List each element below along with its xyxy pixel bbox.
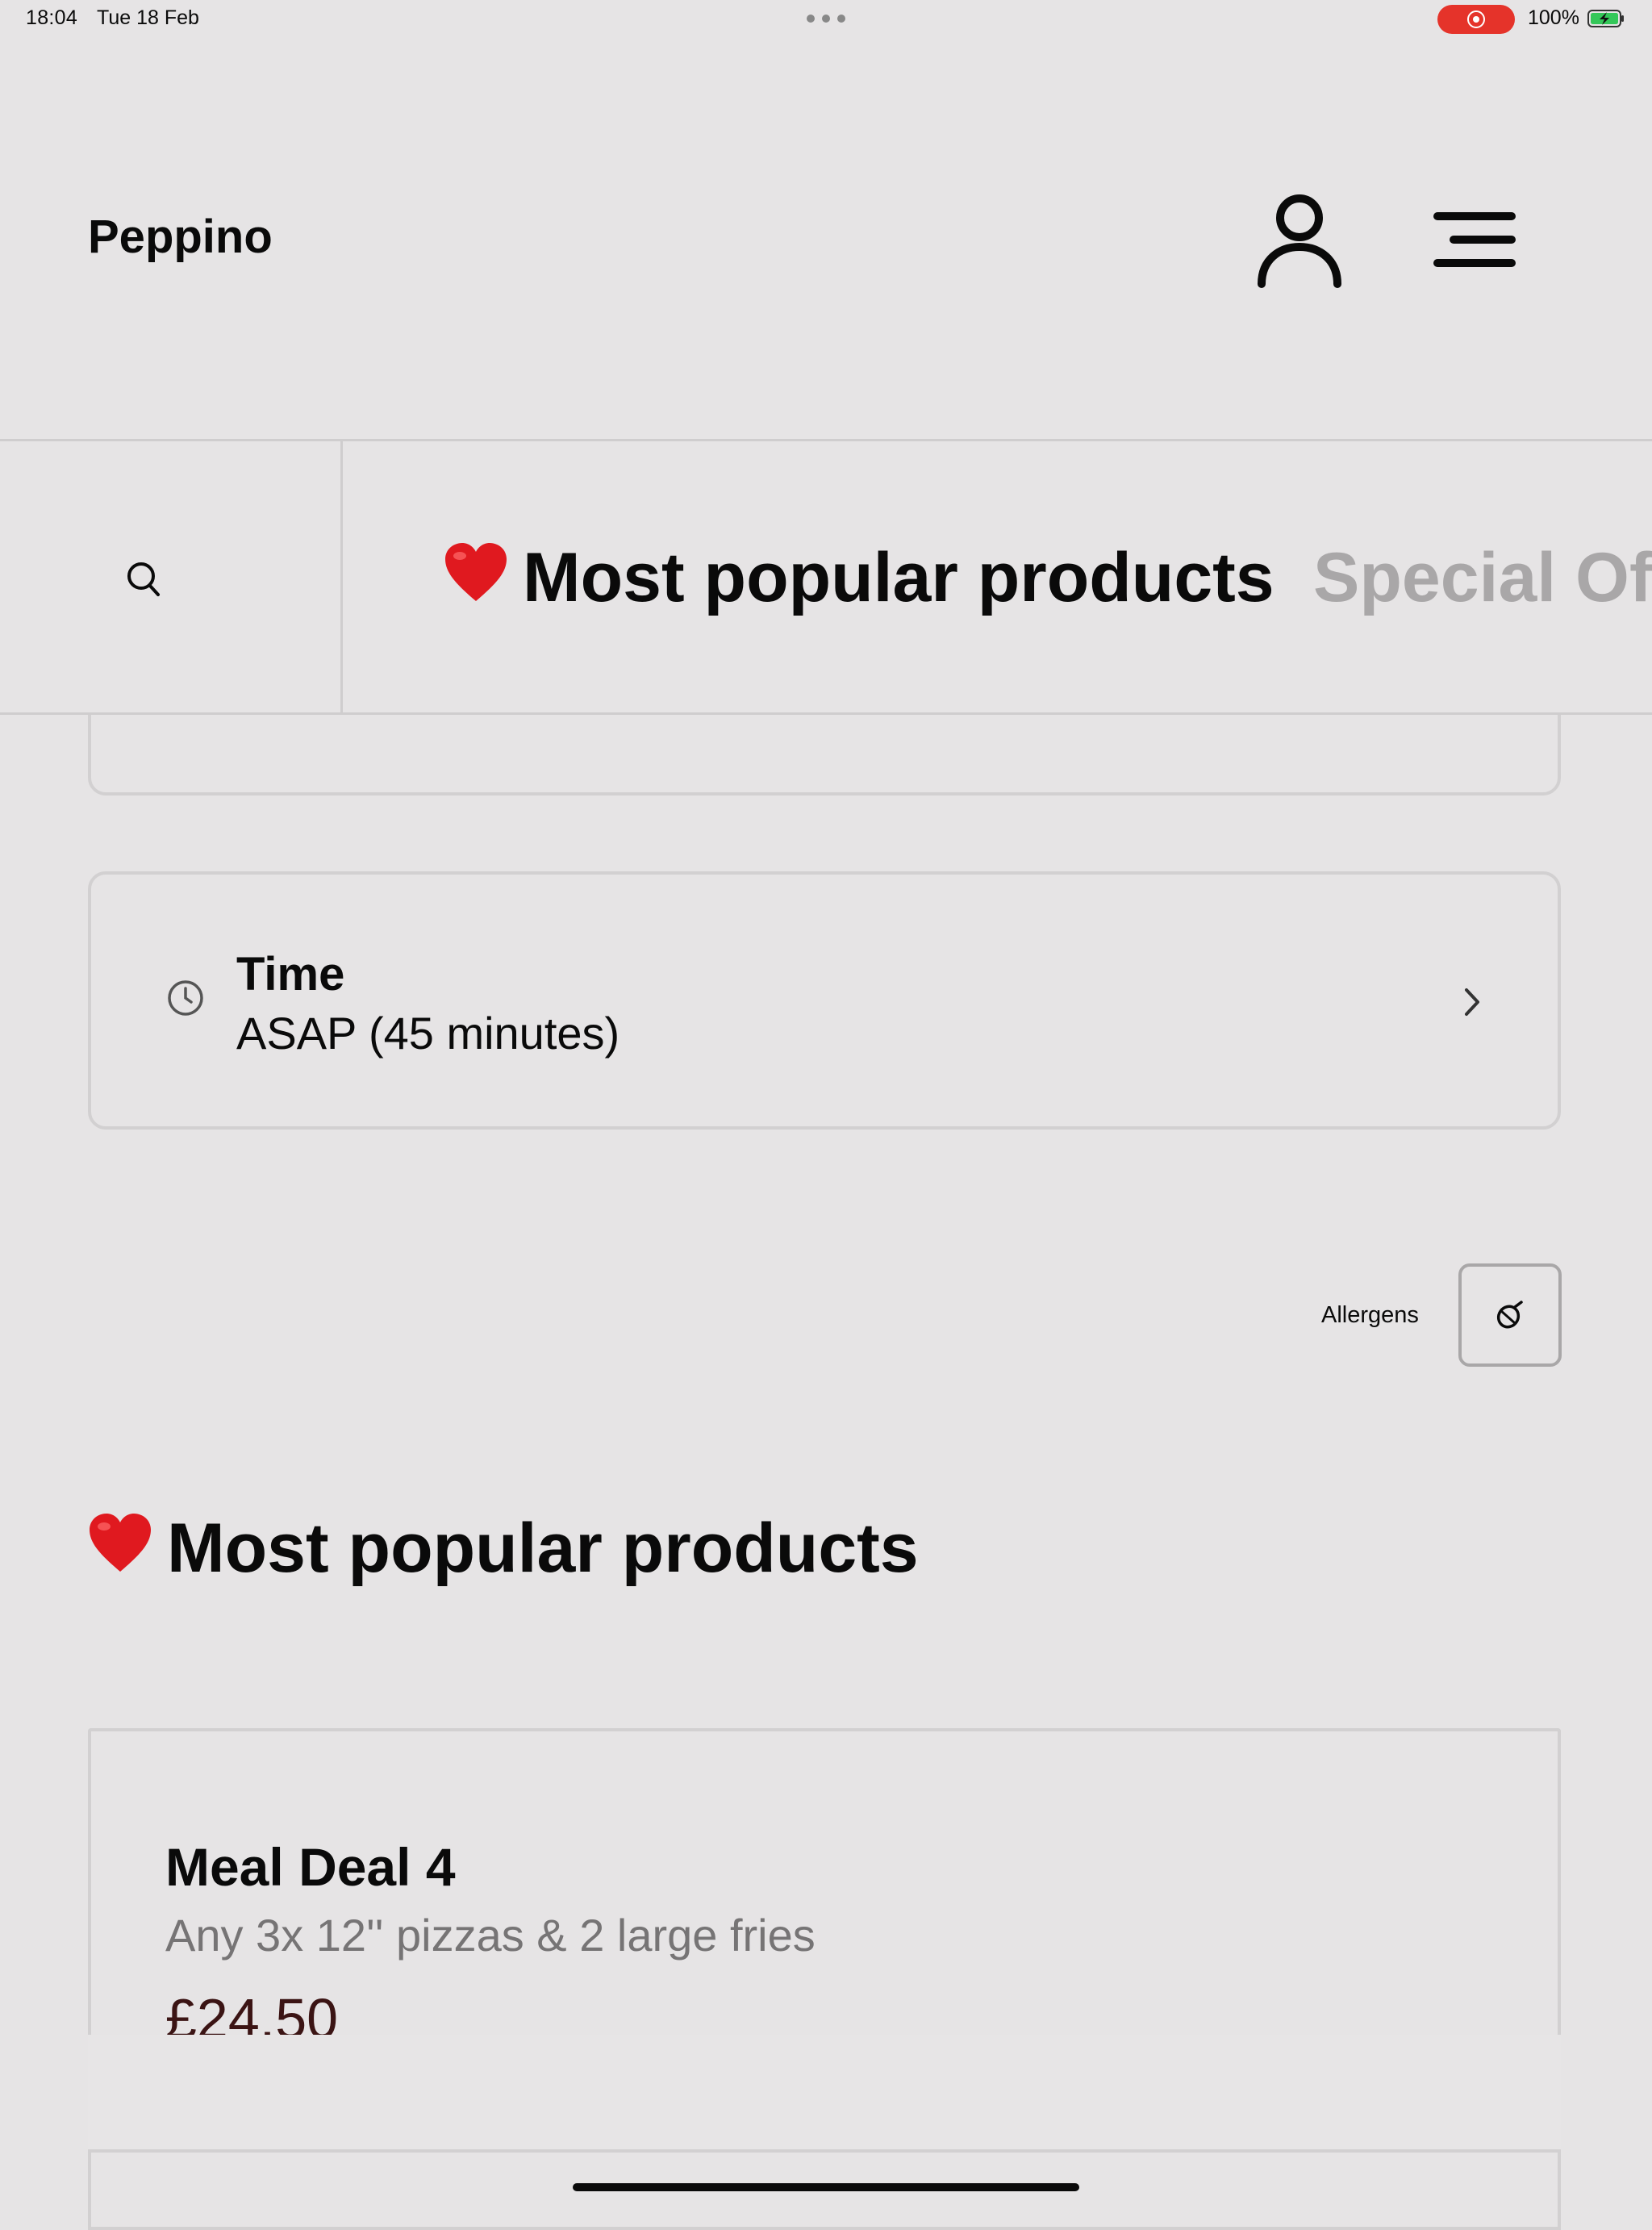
allergens-label: Allergens xyxy=(1321,1302,1419,1328)
section-title-text: Most popular products xyxy=(167,1510,919,1587)
account-icon[interactable] xyxy=(1255,189,1344,290)
status-time: 18:04 xyxy=(26,6,78,29)
delivery-time-selector[interactable]: Time ASAP (45 minutes) xyxy=(88,871,1561,1130)
battery-percentage: 100% xyxy=(1528,6,1579,29)
time-value: ASAP (45 minutes) xyxy=(236,1008,620,1059)
record-icon xyxy=(1467,10,1485,28)
search-button[interactable] xyxy=(0,441,343,712)
clock-icon xyxy=(168,980,203,1016)
tab-special-offers[interactable]: Special Of xyxy=(1313,538,1652,618)
chevron-right-icon xyxy=(1465,988,1479,1016)
section-heading: Most popular products xyxy=(88,1509,919,1589)
allergen-nut-icon xyxy=(1496,1301,1523,1329)
screen-recording-indicator[interactable] xyxy=(1437,5,1515,34)
bottom-overlay xyxy=(88,2035,1561,2151)
brand-logo-text[interactable]: Peppino xyxy=(88,210,273,264)
tab-label: Special Of xyxy=(1313,539,1652,616)
product-name: Meal Deal 4 xyxy=(165,1837,456,1897)
multitasking-dots-icon[interactable] xyxy=(807,15,845,23)
product-description: Any 3x 12'' pizzas & 2 large fries xyxy=(165,1910,816,1961)
red-heart-icon xyxy=(90,1514,151,1572)
site-header: Peppino xyxy=(0,39,1652,441)
allergens-filter-button[interactable] xyxy=(1458,1263,1562,1367)
status-bar: 18:04 Tue 18 Feb 100% xyxy=(0,0,1652,39)
red-heart-icon xyxy=(445,543,507,601)
time-label: Time xyxy=(236,948,345,1000)
category-nav: Most popular products Special Of xyxy=(0,441,1652,715)
hamburger-menu-icon[interactable] xyxy=(1433,208,1516,271)
tab-most-popular-products[interactable]: Most popular products xyxy=(444,538,1274,618)
battery-charging-icon xyxy=(1587,10,1624,27)
tab-label: Most popular products xyxy=(523,539,1274,616)
search-icon xyxy=(127,562,160,596)
home-indicator[interactable] xyxy=(573,2183,1079,2191)
status-date: Tue 18 Feb xyxy=(97,6,199,29)
